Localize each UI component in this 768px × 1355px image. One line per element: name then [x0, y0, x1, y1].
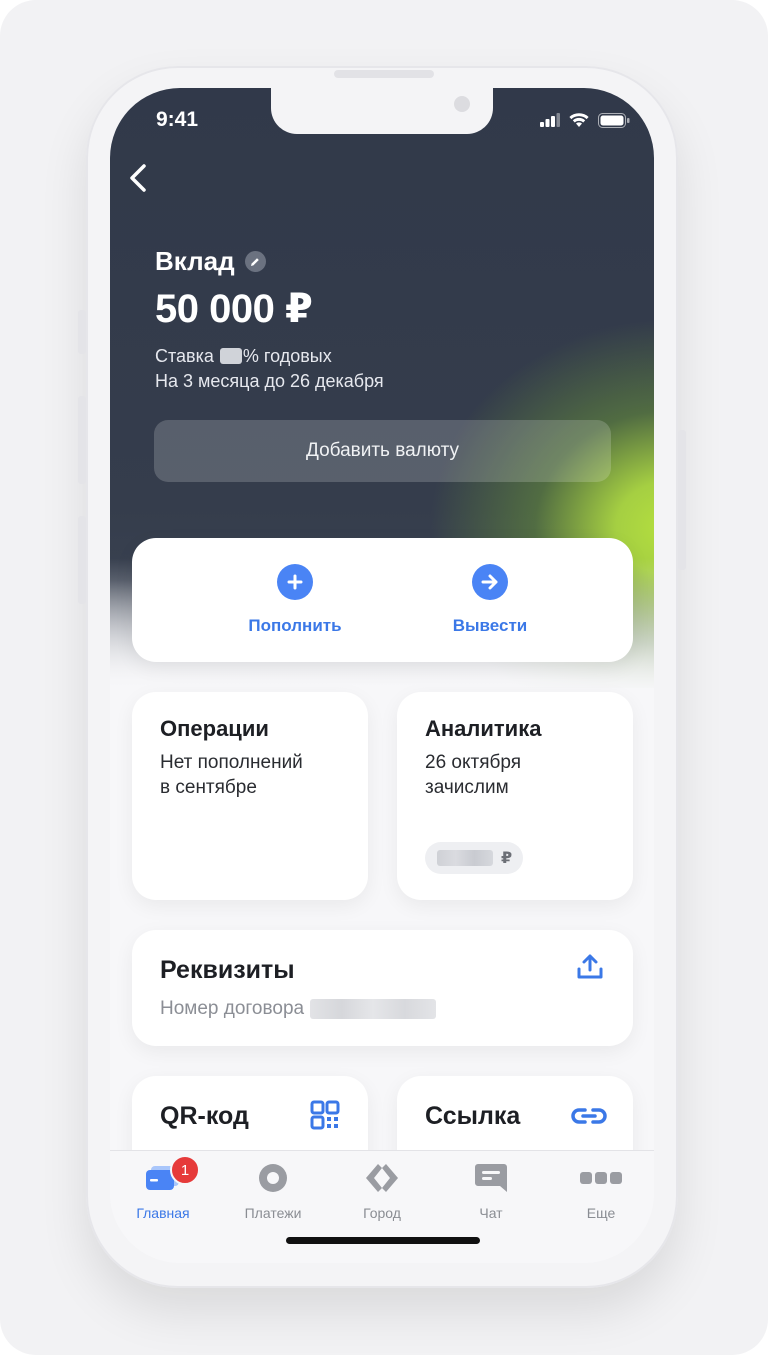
status-icons — [540, 112, 630, 128]
payments-icon — [228, 1161, 318, 1195]
tab-city[interactable]: Город — [337, 1161, 427, 1221]
analytics-title: Аналитика — [425, 716, 542, 741]
rate-value-hidden — [219, 348, 242, 364]
volume-up-button — [78, 396, 86, 484]
topup-button[interactable]: Пополнить — [195, 564, 395, 636]
rate-line: Ставка % годовых — [155, 346, 332, 366]
tab-payments[interactable]: Платежи — [228, 1161, 318, 1221]
tab-more[interactable]: Еще — [556, 1161, 646, 1221]
link-icon — [571, 1108, 607, 1124]
volume-down-button — [78, 516, 86, 604]
account-balance: 50 000 ₽ — [155, 287, 313, 331]
add-currency-button[interactable]: Добавить валюту — [154, 420, 611, 482]
signal-icon — [540, 113, 560, 127]
mute-switch — [78, 310, 86, 354]
operations-title: Операции — [160, 716, 269, 741]
back-arrow-icon[interactable] — [122, 158, 156, 198]
actions-card: Пополнить Вывести — [132, 538, 633, 662]
tab-bar: 1 Главная Платежи Город Чат Еще — [110, 1150, 654, 1263]
power-button — [678, 430, 686, 570]
qr-code-title: QR-код — [160, 1102, 249, 1130]
tab-city-label: Город — [363, 1205, 401, 1221]
link-title: Ссылка — [425, 1102, 521, 1130]
battery-icon — [598, 112, 630, 128]
requisites-tile[interactable]: Реквизиты Номер договора — [132, 930, 633, 1046]
tab-more-label: Еще — [586, 1205, 616, 1221]
operations-text: Нет пополнений в сентябре — [160, 752, 303, 798]
analytics-text: 26 октября зачислим — [425, 752, 522, 798]
edit-icon[interactable] — [244, 251, 266, 272]
share-icon[interactable] — [575, 952, 605, 982]
contract-number-hidden — [310, 999, 437, 1019]
plus-icon — [277, 564, 313, 600]
tab-payments-label: Платежи — [244, 1205, 302, 1221]
notification-badge: 1 — [170, 1155, 200, 1185]
tab-home[interactable]: 1 Главная — [118, 1155, 208, 1221]
chat-icon — [446, 1161, 536, 1195]
account-rate-info: Ставка % годовых На 3 месяца до 26 декаб… — [155, 344, 384, 394]
earpiece-speaker — [334, 70, 434, 78]
amount-hidden — [437, 850, 493, 866]
term-line: На 3 месяца до 26 декабря — [155, 371, 384, 391]
currency-sign: ₽ — [501, 850, 513, 867]
notch — [271, 88, 493, 134]
arrow-right-icon — [472, 564, 508, 600]
account-title: Вклад — [155, 246, 235, 276]
status-time: 9:41 — [156, 108, 199, 131]
withdraw-label: Вывести — [452, 616, 528, 635]
analytics-amount-pill: ₽ — [425, 842, 523, 874]
tab-home-label: Главная — [136, 1205, 190, 1221]
phone-screen: 9:41 Вклад 50 000 ₽ Ставка % годовых На … — [110, 88, 654, 1263]
city-icon — [337, 1161, 427, 1195]
wifi-icon — [569, 113, 589, 127]
analytics-tile[interactable]: Аналитика 26 октября зачислим ₽ — [397, 692, 633, 900]
more-icon — [556, 1161, 646, 1195]
contract-number: Номер договора — [160, 998, 437, 1020]
operations-tile[interactable]: Операции Нет пополнений в сентябре — [132, 692, 368, 900]
topup-label: Пополнить — [248, 616, 342, 635]
front-camera — [454, 96, 470, 112]
requisites-title: Реквизиты — [160, 956, 295, 984]
qr-code-icon — [310, 1100, 340, 1130]
tab-chat-label: Чат — [479, 1205, 503, 1221]
withdraw-button[interactable]: Вывести — [390, 564, 590, 636]
account-title-row: Вклад — [155, 246, 266, 277]
home-indicator[interactable] — [286, 1237, 480, 1244]
tab-chat[interactable]: Чат — [446, 1161, 536, 1221]
